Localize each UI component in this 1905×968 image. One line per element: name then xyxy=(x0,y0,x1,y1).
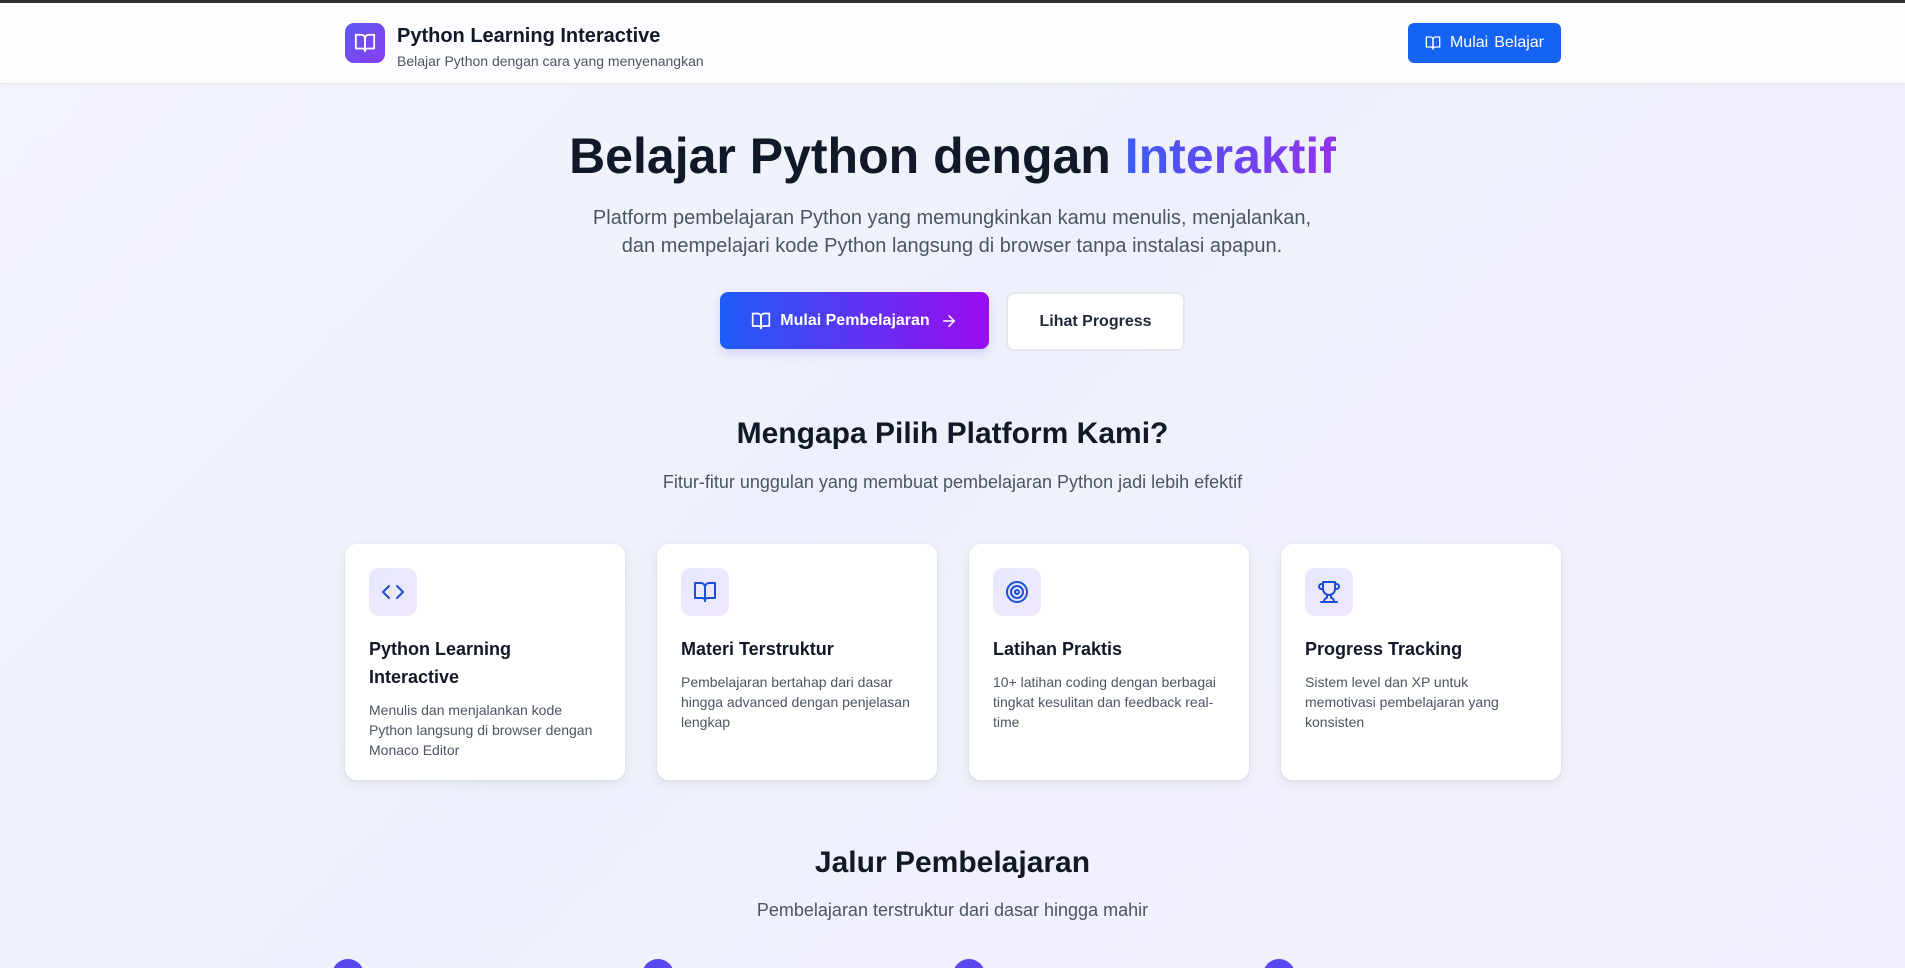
book-open-icon xyxy=(752,312,771,329)
features-title: Mengapa Pilih Platform Kami? xyxy=(736,417,1169,450)
brand[interactable]: Python Learning Interactive Belajar Pyth… xyxy=(345,23,704,70)
book-open-icon xyxy=(345,23,385,63)
feature-card[interactable]: Progress Tracking Sistem level dan XP un… xyxy=(1281,544,1561,780)
hero-actions: Mulai Pembelajaran Lihat Progress xyxy=(720,292,1185,351)
hero-description: Platform pembelajaran Python yang memung… xyxy=(552,204,1352,260)
code-icon xyxy=(369,568,417,616)
target-icon xyxy=(993,568,1041,616)
book-open-icon xyxy=(681,568,729,616)
path-step-marker xyxy=(642,959,674,968)
hero-title-plain: Belajar Python dengan xyxy=(569,128,1125,184)
feature-card-description: Pembelajaran bertahap dari dasar hingga … xyxy=(681,674,910,730)
feature-card-title: Latihan Praktis xyxy=(993,639,1123,659)
start-learning-label-1: Mulai xyxy=(1449,34,1489,51)
path-step-marker xyxy=(953,959,985,968)
start-learning-label-2: Belajar xyxy=(1494,34,1545,51)
feature-card-title: Python Learning Interactive xyxy=(369,639,512,687)
view-progress-button[interactable]: Lihat Progress xyxy=(1006,292,1185,351)
feature-card-description: Sistem level dan XP untuk memotivasi pem… xyxy=(1305,674,1499,730)
book-open-icon xyxy=(1425,36,1441,50)
trophy-icon xyxy=(1305,568,1353,616)
feature-card-title: Materi Terstruktur xyxy=(681,639,834,659)
start-course-label: Mulai Pembelajaran xyxy=(780,311,930,329)
hero-description-line-1: Platform pembelajaran Python yang memung… xyxy=(592,207,1312,229)
arrow-right-icon xyxy=(942,314,955,327)
path-step-marker xyxy=(1263,959,1295,968)
feature-card-description: 10+ latihan coding dengan berbagai tingk… xyxy=(993,674,1217,730)
feature-cards: Python Learning Interactive Menulis dan … xyxy=(345,544,1561,780)
path-step-marker xyxy=(332,959,364,968)
feature-card-description: Menulis dan menjalankan kode Python lang… xyxy=(369,702,593,758)
feature-card-title: Progress Tracking xyxy=(1305,639,1463,659)
start-learning-button[interactable]: Mulai Belajar xyxy=(1408,23,1561,63)
hero-title-highlight: Interaktif xyxy=(1124,128,1336,184)
brand-title: Python Learning Interactive xyxy=(397,25,661,47)
feature-card[interactable]: Latihan Praktis 10+ latihan coding denga… xyxy=(969,544,1249,780)
learning-path-title: Jalur Pembelajaran xyxy=(814,846,1091,879)
feature-card[interactable]: Python Learning Interactive Menulis dan … xyxy=(345,544,625,780)
brand-subtitle: Belajar Python dengan cara yang menyenan… xyxy=(397,53,704,69)
feature-card[interactable]: Materi Terstruktur Pembelajaran bertahap… xyxy=(657,544,937,780)
features-subtitle: Fitur-fitur unggulan yang membuat pembel… xyxy=(662,472,1243,492)
learning-path-subtitle: Pembelajaran terstruktur dari dasar hing… xyxy=(756,900,1149,920)
site-header: Python Learning Interactive Belajar Pyth… xyxy=(0,3,1905,84)
hero-title: Belajar Python dengan Interaktif xyxy=(0,124,1905,188)
view-progress-label: Lihat Progress xyxy=(1039,312,1152,330)
start-course-button[interactable]: Mulai Pembelajaran xyxy=(720,292,989,349)
hero-description-line-2: dan mempelajari kode Python langsung di … xyxy=(621,235,1283,257)
